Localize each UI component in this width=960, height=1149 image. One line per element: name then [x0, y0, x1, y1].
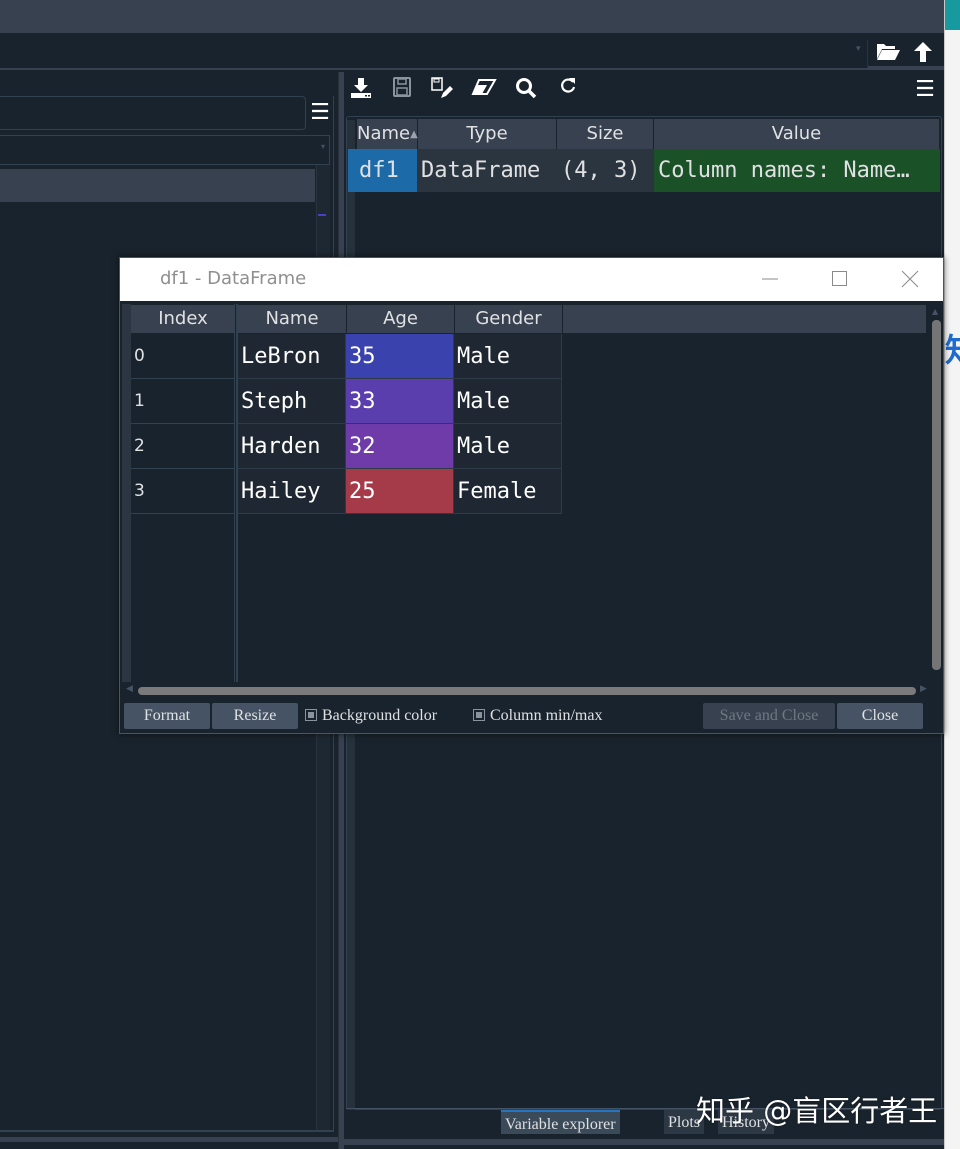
format-button[interactable]: Format: [124, 703, 210, 729]
sort-ascending-icon: ▲: [410, 129, 418, 140]
maximize-button[interactable]: [810, 258, 870, 301]
cell-age[interactable]: 33: [346, 379, 454, 424]
column-header-name[interactable]: Name: [238, 305, 347, 333]
horizontal-scroll-thumb[interactable]: [138, 687, 916, 695]
cell-gender[interactable]: Male: [454, 334, 562, 379]
column-header-age[interactable]: Age: [347, 305, 455, 333]
status-strip: [344, 1139, 944, 1145]
refresh-icon[interactable]: [554, 76, 582, 104]
search-icon[interactable]: [512, 76, 540, 104]
background-color-label: Background color: [322, 707, 438, 724]
cell-name[interactable]: Harden: [238, 424, 346, 469]
path-dropdown-arrow-icon[interactable]: ▾: [856, 44, 866, 64]
cell-age[interactable]: 35: [346, 334, 454, 379]
dialog-title-bar[interactable]: df1 - DataFrame: [120, 258, 943, 301]
left-pane-bottom-border: [0, 1130, 334, 1132]
save-as-icon[interactable]: [428, 76, 456, 104]
cell-age[interactable]: 32: [346, 424, 454, 469]
resize-button[interactable]: Resize: [212, 703, 298, 729]
cell-name[interactable]: Steph: [238, 379, 346, 424]
close-window-button[interactable]: [880, 258, 940, 301]
index-cell[interactable]: 1: [131, 379, 235, 424]
header-filler: [556, 305, 926, 333]
import-data-icon[interactable]: [347, 76, 375, 104]
dataframe-editor-dialog: df1 - DataFrame Index 0 1 2 3 Name Age G…: [119, 257, 944, 734]
cell-name[interactable]: Hailey: [238, 469, 346, 514]
save-and-close-button[interactable]: Save and Close: [703, 703, 835, 729]
watermark-text: 知乎 @盲区行者王: [696, 1094, 938, 1128]
index-gutter: [122, 304, 131, 682]
eraser-icon[interactable]: [470, 76, 498, 104]
window-top-bar: [0, 0, 944, 34]
save-icon[interactable]: [388, 76, 416, 104]
background-window-strip: 知: [944, 0, 960, 1149]
vertical-scrollbar[interactable]: ▲: [930, 304, 943, 684]
column-header-size[interactable]: Size: [557, 119, 654, 149]
folder-open-icon[interactable]: [875, 40, 901, 67]
left-pane-footer: [0, 1137, 338, 1142]
horizontal-scrollbar[interactable]: ◀ ▶: [124, 684, 927, 697]
left-pane-combobox[interactable]: ▾: [0, 135, 330, 165]
variable-size-cell[interactable]: (4, 3): [557, 149, 654, 192]
vertical-scroll-thumb[interactable]: [932, 320, 941, 670]
left-pane-header: [0, 96, 306, 130]
variable-type-cell[interactable]: DataFrame: [417, 149, 557, 192]
index-cell[interactable]: 3: [131, 469, 235, 514]
column-header-value[interactable]: Value: [654, 119, 940, 149]
minimize-button[interactable]: [740, 258, 800, 301]
column-min-max-label: Column min/max: [490, 707, 603, 724]
scroll-marker: [318, 214, 326, 216]
variable-explorer-menu-icon[interactable]: ☰: [912, 76, 938, 104]
close-button[interactable]: Close: [837, 703, 923, 729]
column-header-name[interactable]: Name▲: [357, 119, 418, 149]
cell-gender[interactable]: Female: [454, 469, 562, 514]
dialog-title: df1 - DataFrame: [160, 268, 307, 289]
arrow-up-icon[interactable]: [912, 40, 934, 69]
index-cell[interactable]: 0: [131, 334, 235, 379]
cell-gender[interactable]: Male: [454, 379, 562, 424]
cell-name[interactable]: LeBron: [238, 334, 346, 379]
cell-age[interactable]: 25: [346, 469, 454, 514]
column-header-type[interactable]: Type: [418, 119, 557, 149]
variable-name-cell[interactable]: df1: [348, 149, 417, 192]
working-directory-input[interactable]: [0, 40, 868, 68]
variable-value-cell[interactable]: Column names: Name…: [654, 149, 940, 192]
cell-gender[interactable]: Male: [454, 424, 562, 469]
column-min-max-checkbox[interactable]: [473, 709, 485, 721]
column-header-gender[interactable]: Gender: [455, 305, 563, 333]
index-header[interactable]: Index: [131, 305, 235, 333]
index-cell[interactable]: 2: [131, 424, 235, 469]
background-color-checkbox[interactable]: [305, 709, 317, 721]
tab-variable-explorer[interactable]: Variable explorer: [501, 1110, 620, 1134]
left-pane-selected-row[interactable]: [0, 169, 315, 202]
